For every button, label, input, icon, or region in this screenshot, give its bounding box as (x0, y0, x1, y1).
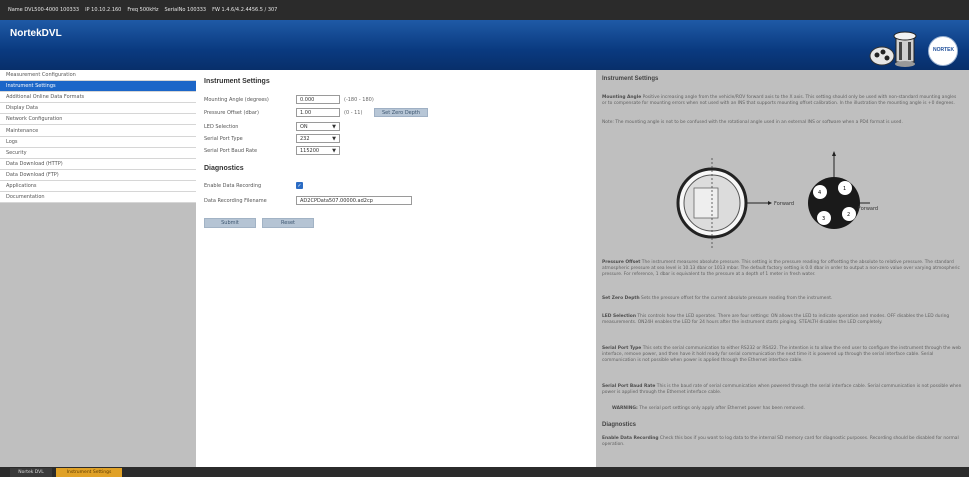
sidebar-item-data-download-ftp[interactable]: Data Download (FTP) (0, 169, 196, 181)
help-mounting-note: Note: The mounting angle is not to be co… (602, 120, 903, 125)
enable-recording-label: Enable Data Recording (204, 182, 262, 189)
help-set-zero-depth: Set Zero Depth Sets the pressure offset … (602, 296, 962, 302)
help-mounting-angle-head: Mounting Angle (602, 95, 642, 100)
taskbar-tab-instrument-settings[interactable]: Instrument Settings (56, 468, 122, 477)
brand-badge-text: NORTEK (933, 47, 955, 53)
sidebar-item-instrument-settings[interactable]: Instrument Settings (0, 81, 196, 93)
help-warning-head: WARNING: (612, 406, 638, 411)
device-ip: IP 10.10.2.160 (85, 7, 122, 13)
sidebar-item-maintenance[interactable]: Maintenance (0, 125, 196, 137)
pressure-offset-row: Pressure Offset (dbar) 1.00 (0 - 11) Set… (204, 107, 428, 118)
chevron-down-icon: ▼ (332, 147, 336, 154)
led-selection-select[interactable]: ON ▼ (296, 122, 340, 131)
bottom-taskbar: Nortek DVL Instrument Settings (0, 467, 969, 477)
brand-badge: NORTEK (928, 36, 958, 66)
reset-button[interactable]: Reset (262, 218, 314, 228)
beam-1-label: 1 (843, 186, 846, 192)
help-diagnostics-title: Diagnostics (602, 422, 637, 428)
help-title: Instrument Settings (602, 76, 659, 82)
mounting-angle-label: Mounting Angle (degrees) (204, 96, 269, 103)
serial-port-type-value: 232 (300, 135, 310, 142)
help-enable-recording-head: Enable Data Recording (602, 436, 659, 441)
help-serial-baud-rate-head: Serial Port Baud Rate (602, 384, 656, 389)
sidebar-item-network-configuration[interactable]: Network Configuration (0, 114, 196, 126)
settings-form: Instrument Settings Mounting Angle (degr… (196, 70, 596, 467)
app-header: NortekDVL NORTEK (0, 20, 969, 70)
sidebar-item-documentation[interactable]: Documentation (0, 192, 196, 204)
set-zero-depth-button[interactable]: Set Zero Depth (374, 108, 428, 117)
serial-port-type-select[interactable]: 232 ▼ (296, 134, 340, 143)
app-title: NortekDVL (10, 28, 62, 39)
led-selection-label: LED Selection (204, 123, 239, 130)
instrument-logo-icon (869, 31, 917, 67)
chevron-down-icon: ▼ (332, 123, 336, 130)
device-serial: SerialNo 100333 (164, 7, 207, 13)
device-info-bar: Name DVL500-4000 100333 IP 10.10.2.160 F… (0, 0, 969, 20)
help-serial-port-type-head: Serial Port Type (602, 346, 642, 351)
help-serial-baud-rate-text: This is the baud rate of serial communic… (602, 384, 962, 395)
sidebar-item-measurement-configuration[interactable]: Measurement Configuration (0, 70, 196, 82)
sidebar-item-applications[interactable]: Applications (0, 180, 196, 193)
recording-filename-input[interactable]: AD2CPData507.00000.ad2cp (296, 196, 412, 205)
beam-3-label: 3 (822, 216, 825, 222)
device-name: Name DVL500-4000 100333 (8, 7, 80, 13)
beam-4-label: 4 (818, 190, 821, 196)
help-panel: Instrument Settings Mounting Angle Posit… (596, 70, 969, 467)
help-mounting-angle-text: Positive increasing angle from the vehic… (602, 95, 957, 106)
mounting-angle-input[interactable]: 0.000 (296, 95, 340, 104)
help-led-selection-head: LED Selection (602, 314, 636, 319)
mounting-illustration: Forward 4 1 2 3 Forward (676, 151, 878, 248)
section-title-instrument-settings: Instrument Settings (204, 78, 270, 85)
submit-button[interactable]: Submit (204, 218, 256, 228)
help-serial-port-type-text: This sets the serial communication to ei… (602, 346, 961, 363)
help-set-zero-depth-text: Sets the pressure offset for the current… (641, 296, 833, 301)
recording-filename-label: Data Recording Filename (204, 197, 267, 204)
pressure-offset-range: (0 - 11) (344, 109, 363, 116)
serial-port-type-label: Serial Port Type (204, 135, 243, 142)
chevron-down-icon: ▼ (332, 135, 336, 142)
help-mounting-angle: Mounting Angle Positive increasing angle… (602, 95, 962, 107)
led-selection-value: ON (300, 123, 308, 130)
serial-baud-rate-select[interactable]: 115200 ▼ (296, 146, 340, 155)
mounting-angle-range: (-180 - 180) (344, 96, 374, 103)
help-serial-port-type: Serial Port Type This sets the serial co… (602, 346, 962, 364)
sidebar-nav: Measurement Configuration Instrument Set… (0, 70, 196, 467)
sidebar-item-display-data[interactable]: Display Data (0, 103, 196, 115)
help-set-zero-depth-head: Set Zero Depth (602, 296, 640, 301)
serial-baud-rate-label: Serial Port Baud Rate (204, 147, 258, 154)
device-frequency: Freq 500kHz (127, 7, 159, 13)
forward-label-right: Forward (858, 206, 878, 212)
help-pressure-offset: Pressure Offset The instrument measures … (602, 260, 962, 278)
device-firmware: FW 1.4.6/4.2.4456.5 / 307 (212, 7, 278, 13)
beam-2-label: 2 (847, 212, 850, 218)
serial-port-type-row: Serial Port Type 232 ▼ (204, 133, 340, 144)
mounting-angle-row: Mounting Angle (degrees) 0.000 (-180 - 1… (204, 94, 374, 105)
section-title-diagnostics: Diagnostics (204, 165, 244, 172)
recording-filename-row: Data Recording Filename AD2CPData507.000… (204, 195, 412, 206)
enable-recording-checkbox[interactable]: ✓ (296, 182, 303, 189)
sidebar-item-logs[interactable]: Logs (0, 136, 196, 148)
led-selection-row: LED Selection ON ▼ (204, 121, 340, 132)
help-warning: WARNING: The serial port settings only a… (602, 406, 962, 412)
sidebar-item-additional-online-data-formats[interactable]: Additional Online Data Formats (0, 92, 196, 104)
forward-label-left: Forward (774, 201, 794, 207)
pressure-offset-input[interactable]: 1.00 (296, 108, 340, 117)
taskbar-tab-nortek-dvl[interactable]: Nortek DVL (10, 468, 52, 477)
help-led-selection-text: This controls how the LED operates. Ther… (602, 314, 950, 325)
sidebar-item-security[interactable]: Security (0, 147, 196, 159)
help-pressure-offset-head: Pressure Offset (602, 260, 641, 265)
help-pressure-offset-text: The instrument measures absolute pressur… (602, 260, 960, 277)
help-led-selection: LED Selection This controls how the LED … (602, 314, 962, 326)
serial-baud-rate-value: 115200 (300, 147, 320, 154)
help-enable-recording: Enable Data Recording Check this box if … (602, 436, 962, 448)
help-warning-text: The serial port settings only apply afte… (639, 406, 805, 411)
sidebar-item-data-download-http[interactable]: Data Download (HTTP) (0, 158, 196, 170)
enable-recording-row: Enable Data Recording ✓ (204, 180, 303, 191)
pressure-offset-label: Pressure Offset (dbar) (204, 109, 259, 116)
serial-baud-rate-row: Serial Port Baud Rate 115200 ▼ (204, 145, 340, 156)
help-serial-baud-rate: Serial Port Baud Rate This is the baud r… (602, 384, 962, 396)
